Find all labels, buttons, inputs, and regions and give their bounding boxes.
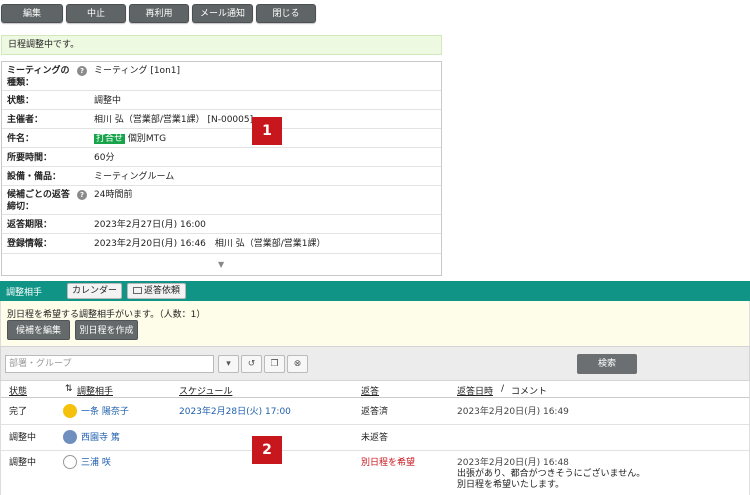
cancel-button[interactable]: 中止 <box>66 4 126 23</box>
close-button[interactable]: 閉じる <box>256 4 316 23</box>
column-schedule[interactable]: スケジュール <box>179 384 232 397</box>
info-row-equipment: 設備・備品： ミーティングルーム <box>2 167 441 186</box>
schedule-link[interactable]: 2023年2月28日(火) 17:00 <box>179 404 291 417</box>
sort-icon[interactable]: ⇅ <box>65 384 73 394</box>
participants-title: 調整相手 <box>6 288 43 298</box>
avatar <box>63 430 77 444</box>
info-value: 相川 弘（営業部/営業1課） [N-00005] <box>94 115 254 125</box>
dropdown-icon[interactable]: ▾ <box>218 355 239 373</box>
info-label: 件名： <box>7 134 35 144</box>
search-button[interactable]: 検索 <box>577 354 637 374</box>
info-value: 調整中 <box>94 96 122 106</box>
department-group-input[interactable]: 部署・グループ <box>5 355 214 373</box>
info-row-reply-deadline: 返答期限： 2023年2月27日(月) 16:00 <box>2 215 441 234</box>
edit-button[interactable]: 編集 <box>1 4 63 23</box>
info-row-subject: 件名： 打合せ 個別MTG <box>2 129 441 148</box>
row-reply: 未返答 <box>361 433 389 443</box>
help-icon[interactable]: ? <box>77 190 87 200</box>
table-row: 完了 一条 陽奈子 2023年2月28日(火) 17:00 返答済 2023年2… <box>1 399 749 425</box>
table-header: 状態 ⇅ 調整相手 スケジュール 返答 返答日時 / コメント <box>1 381 749 398</box>
info-row-type: ミーティングの種類： ? ミーティング [1on1] <box>2 62 441 91</box>
info-row-organizer: 主催者： 相川 弘（営業部/営業1課） [N-00005] <box>2 110 441 129</box>
calendar-button[interactable]: カレンダー <box>67 283 122 299</box>
reply-request-label: 返答依頼 <box>143 286 180 296</box>
row-comment-line2: 別日程を希望いたします。 <box>457 480 565 490</box>
info-label: 主催者： <box>7 115 44 125</box>
info-value: 24時間前 <box>94 190 133 200</box>
info-value: ミーティング [1on1] <box>94 66 181 76</box>
column-person[interactable]: 調整相手 <box>77 384 113 397</box>
expand-chevron-icon[interactable]: ▼ <box>218 260 224 269</box>
subject-value: 打合せ 個別MTG <box>94 133 166 145</box>
annotation-badge-1: 1 <box>252 117 282 145</box>
avatar <box>63 455 77 469</box>
info-label: 候補ごとの返答締切： <box>7 190 70 212</box>
info-value: 60分 <box>94 153 115 163</box>
edit-candidates-button[interactable]: 候補を編集 <box>7 320 70 340</box>
info-label: 状態： <box>7 96 35 106</box>
row-status: 調整中 <box>9 433 37 443</box>
status-notice: 日程調整中です。 <box>1 35 442 55</box>
column-status[interactable]: 状態 <box>9 384 27 397</box>
column-comment: コメント <box>511 387 548 397</box>
row-reply-date: 2023年2月20日(月) 16:49 <box>457 407 569 417</box>
reset-icon[interactable]: ↺ <box>241 355 262 373</box>
row-reply: 返答済 <box>361 407 389 417</box>
person-link[interactable]: 三浦 咲 <box>81 455 111 468</box>
info-label: 所要時間： <box>7 153 53 163</box>
info-row-duration: 所要時間： 60分 <box>2 148 441 167</box>
person-link[interactable]: 西園寺 篤 <box>81 430 120 443</box>
create-new-schedule-button[interactable]: 別日程を作成 <box>75 320 138 340</box>
info-row-registration: 登録情報： 2023年2月20日(月) 16:46 相川 弘（営業部/営業1課） <box>2 234 441 254</box>
reuse-button[interactable]: 再利用 <box>129 4 189 23</box>
column-reply[interactable]: 返答 <box>361 384 379 397</box>
avatar <box>63 404 77 418</box>
copy-icon[interactable]: ❐ <box>264 355 285 373</box>
info-value: ミーティングルーム <box>94 172 175 182</box>
search-bar: 部署・グループ ▾ ↺ ❐ ⊗ 検索 <box>0 346 750 381</box>
info-label: 返答期限： <box>7 220 53 230</box>
participants-table: 状態 ⇅ 調整相手 スケジュール 返答 返答日時 / コメント 完了 一条 陽奈… <box>0 381 750 495</box>
email-notify-button[interactable]: メール通知 <box>192 4 253 23</box>
info-label: 登録情報： <box>7 239 53 249</box>
info-row-state: 状態： 調整中 <box>2 91 441 110</box>
mail-icon <box>132 287 142 294</box>
row-status: 完了 <box>9 407 28 417</box>
column-reply-date[interactable]: 返答日時 <box>457 384 493 397</box>
table-row: 調整中 西園寺 篤 未返答 <box>1 425 749 451</box>
reschedule-alert: 別日程を希望する調整相手がいます。（人数：1） 候補を編集 別日程を作成 <box>0 301 750 346</box>
info-label: ミーティングの種類： <box>7 66 70 88</box>
participants-header: 調整相手 カレンダー 返答依頼 <box>0 281 750 301</box>
column-separator: / <box>501 384 505 394</box>
row-reply: 別日程を希望 <box>361 458 416 468</box>
help-icon[interactable]: ? <box>77 66 87 76</box>
meeting-info-panel: ミーティングの種類： ? ミーティング [1on1] 状態： 調整中 主催者： … <box>1 61 442 276</box>
person-link[interactable]: 一条 陽奈子 <box>81 404 129 417</box>
clear-icon[interactable]: ⊗ <box>287 355 308 373</box>
reply-request-button[interactable]: 返答依頼 <box>127 283 186 299</box>
info-label: 設備・備品： <box>7 172 62 182</box>
info-value: 2023年2月27日(月) 16:00 <box>94 220 206 230</box>
row-status: 調整中 <box>9 458 37 468</box>
info-value: 2023年2月20日(月) 16:46 相川 弘（営業部/営業1課） <box>94 239 326 249</box>
annotation-badge-2: 2 <box>252 436 282 464</box>
table-row: 調整中 三浦 咲 別日程を希望 2023年2月20日(月) 16:48 出張があ… <box>1 451 749 494</box>
info-row-deadline-per-candidate: 候補ごとの返答締切： ? 24時間前 <box>2 186 441 215</box>
alert-message: 別日程を希望する調整相手がいます。（人数：1） <box>7 310 206 320</box>
subject-text: 個別MTG <box>127 134 167 144</box>
subject-tag: 打合せ <box>94 134 126 144</box>
